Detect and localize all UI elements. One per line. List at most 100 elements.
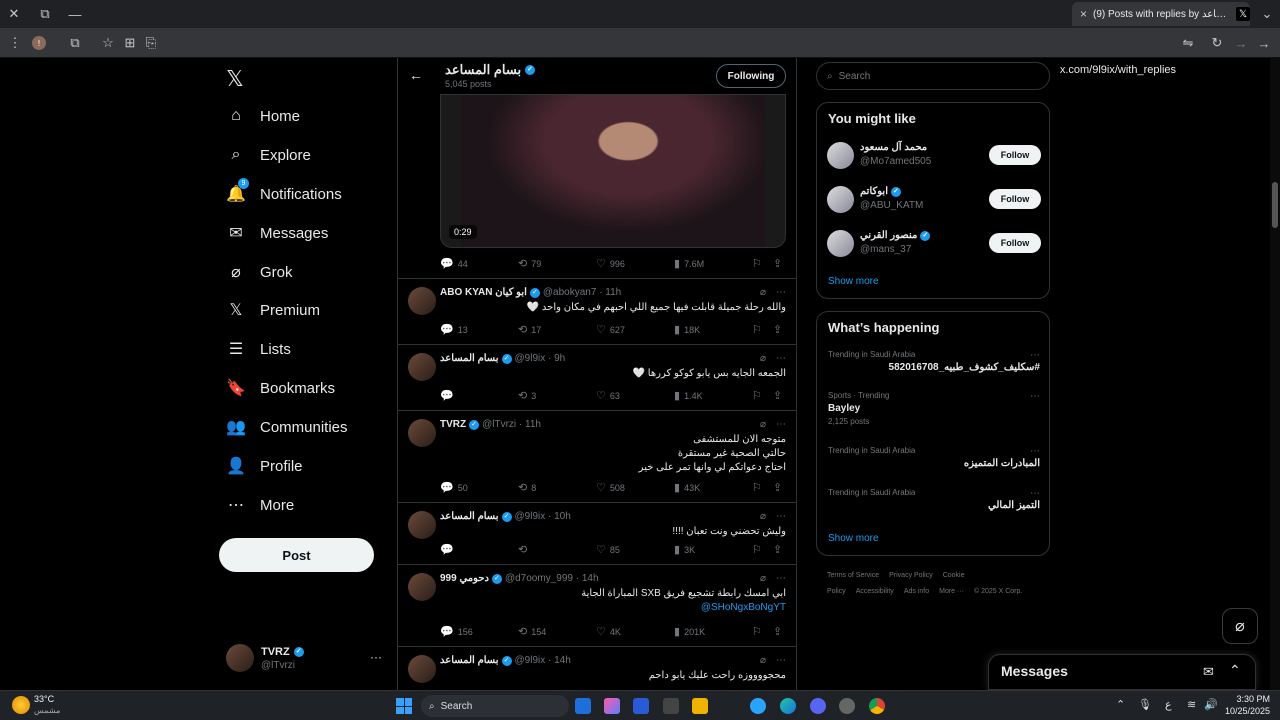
- messages-drawer[interactable]: Messages ✉ ⌃: [988, 654, 1256, 690]
- wifi-icon[interactable]: ≋: [1187, 698, 1196, 711]
- views-button[interactable]: ▮ 1.4K: [674, 389, 703, 402]
- search-input[interactable]: ⌕ Search: [816, 62, 1050, 90]
- nav-item-home[interactable]: ⌂ Home: [226, 106, 300, 126]
- taskbar-search[interactable]: ⌕ Search: [421, 695, 569, 717]
- share-icon[interactable]: ⎘: [144, 35, 158, 50]
- nav-item-explore[interactable]: ⌕ Explore: [226, 145, 311, 165]
- tweet[interactable]: بسام المساعد ✓ @9l9ix · 14h ⌀ ⋯ محجووووزه راح…: [398, 646, 796, 690]
- suggested-user[interactable]: ابوكاتم ✓ @ABU_KATM Follow: [827, 185, 1041, 215]
- following-button[interactable]: Following: [716, 64, 786, 88]
- like-button[interactable]: ♡ 85: [596, 543, 620, 556]
- trend-more-icon[interactable]: ⋯: [1030, 350, 1040, 361]
- grok-icon[interactable]: ⌀: [760, 573, 766, 584]
- video-media[interactable]: 0:29: [440, 94, 786, 248]
- avatar[interactable]: [827, 230, 854, 257]
- like-button[interactable]: ♡ 4K: [596, 625, 621, 638]
- install-app-icon[interactable]: ⊞: [123, 35, 137, 50]
- nav-item-more[interactable]: ⋯ More: [226, 495, 294, 515]
- like-button[interactable]: ♡ 996: [596, 257, 625, 270]
- discord-icon[interactable]: [810, 698, 826, 714]
- copilot-icon[interactable]: [604, 698, 620, 714]
- like-button[interactable]: ♡ 63: [596, 389, 620, 402]
- trend-item[interactable]: Trending in Saudi Arabia #سكليف_كشوف_طبيه…: [828, 350, 1040, 373]
- share-button[interactable]: ⇪: [773, 543, 782, 556]
- tweet[interactable]: 999 دحومي ✓ @d7oomy_999 · 14h ⌀ ⋯ ابي امسك را…: [398, 564, 796, 646]
- show-more-link[interactable]: Show more: [828, 533, 879, 544]
- avatar[interactable]: [408, 655, 436, 683]
- trend-more-icon[interactable]: ⋯: [1030, 446, 1040, 457]
- author-meta[interactable]: @9l9ix · 10h: [515, 511, 571, 522]
- trend-item[interactable]: Trending in Saudi Arabia التميز المالي ⋯: [828, 488, 1040, 511]
- microphone-icon[interactable]: 🎙: [1138, 698, 1152, 711]
- footer-link[interactable]: Ads info: [904, 588, 929, 595]
- views-button[interactable]: ▮ 7.6M: [674, 257, 704, 270]
- trend-item[interactable]: Sports · Trending Bayley 2,125 posts ⋯: [828, 391, 1040, 426]
- bookmark-button[interactable]: ⚐: [752, 323, 762, 336]
- reply-button[interactable]: 💬: [440, 543, 458, 556]
- like-button[interactable]: ♡ 627: [596, 323, 625, 336]
- tweet[interactable]: بسام المساعد ✓ @9l9ix · 10h ⌀ ⋯ وليش تحضني ون…: [398, 502, 796, 564]
- bookmark-button[interactable]: ⚐: [752, 625, 762, 638]
- back-arrow-icon[interactable]: ←: [409, 67, 423, 83]
- grok-icon[interactable]: ⌀: [760, 655, 766, 666]
- input-language[interactable]: ع: [1165, 698, 1172, 711]
- footer-link[interactable]: Terms of Service: [827, 572, 879, 579]
- file-explorer-icon[interactable]: [692, 698, 708, 714]
- post-button[interactable]: Post: [219, 538, 374, 572]
- author-name[interactable]: 999 دحومي: [440, 573, 489, 584]
- share-button[interactable]: ⇪: [773, 257, 782, 270]
- clock-date[interactable]: 10/25/2025: [1220, 706, 1270, 716]
- store-icon[interactable]: [663, 698, 679, 714]
- author-meta[interactable]: @9l9ix · 9h: [515, 353, 566, 364]
- repost-button[interactable]: ⟲ 3: [518, 389, 536, 402]
- grok-icon[interactable]: ⌀: [760, 419, 766, 430]
- repost-button[interactable]: ⟲ 154: [518, 625, 546, 638]
- tweet[interactable]: بسام المساعد ✓ @9l9ix · 9h ⌀ ⋯ الجمعه الجايه …: [398, 344, 796, 410]
- views-button[interactable]: ▮ 201K: [674, 625, 705, 638]
- volume-icon[interactable]: 🔊: [1204, 698, 1218, 711]
- avatar[interactable]: [408, 419, 436, 447]
- author-meta[interactable]: @9l9ix · 14h: [515, 655, 571, 666]
- repost-button[interactable]: ⟲ 17: [518, 323, 541, 336]
- repost-button[interactable]: ⟲ 79: [518, 257, 541, 270]
- window-restore-button[interactable]: ⧉: [37, 6, 53, 22]
- app-icon[interactable]: [839, 698, 855, 714]
- nav-item-communities[interactable]: 👥 Communities: [226, 417, 348, 437]
- author-meta[interactable]: @abokyan7 · 11h: [543, 287, 621, 298]
- views-button[interactable]: ▮ 3K: [674, 543, 695, 556]
- expand-icon[interactable]: ⌃: [1229, 662, 1241, 679]
- clock-time[interactable]: 3:30 PM: [1226, 694, 1270, 704]
- browser-tab[interactable]: × (9) Posts with replies by بسام المساعد…: [1072, 2, 1250, 26]
- window-minimize-button[interactable]: —: [67, 6, 83, 22]
- tab-search-icon[interactable]: ⌄: [1260, 6, 1274, 22]
- show-more-link[interactable]: Show more: [828, 276, 879, 287]
- grok-icon[interactable]: ⌀: [760, 511, 766, 522]
- reply-button[interactable]: 💬 44: [440, 257, 468, 270]
- nav-item-bookmarks[interactable]: 🔖 Bookmarks: [226, 378, 335, 398]
- extensions-icon[interactable]: ⧉: [68, 35, 82, 50]
- profile-avatar-icon[interactable]: !: [32, 36, 46, 50]
- author-meta[interactable]: @lTvrzi · 11h: [482, 419, 541, 430]
- repost-button[interactable]: ⟲ 8: [518, 481, 536, 494]
- weather-sun-icon[interactable]: [12, 696, 30, 714]
- site-settings-icon[interactable]: ⇋: [1181, 35, 1195, 50]
- tweet[interactable]: ABO KYAN ابو كيان ✓ @abokyan7 · 11h ⌀ ⋯ والله…: [398, 278, 796, 344]
- avatar[interactable]: [408, 573, 436, 601]
- more-icon[interactable]: ⋯: [776, 655, 786, 666]
- avatar[interactable]: [408, 353, 436, 381]
- bookmark-button[interactable]: ⚐: [752, 481, 762, 494]
- window-close-button[interactable]: ✕: [6, 6, 22, 22]
- account-switcher[interactable]: TVRZ ✓ @lTvrzi ···: [226, 644, 386, 676]
- more-icon[interactable]: ⋯: [776, 353, 786, 364]
- reply-button[interactable]: 💬 156: [440, 625, 473, 638]
- reply-button[interactable]: 💬 13: [440, 323, 468, 336]
- share-button[interactable]: ⇪: [773, 481, 782, 494]
- bookmark-button[interactable]: ⚐: [752, 257, 762, 270]
- trend-more-icon[interactable]: ⋯: [1030, 391, 1040, 402]
- start-button[interactable]: [396, 698, 412, 714]
- tweet[interactable]: TVRZ ✓ @lTvrzi · 11h ⌀ ⋯ متوجه الان للمستشفى ح…: [398, 410, 796, 502]
- more-icon[interactable]: ⋯: [776, 419, 786, 430]
- grok-floating-button[interactable]: ⌀: [1222, 608, 1258, 644]
- avatar[interactable]: [827, 186, 854, 213]
- nav-item-grok[interactable]: ⌀ Grok: [226, 262, 292, 282]
